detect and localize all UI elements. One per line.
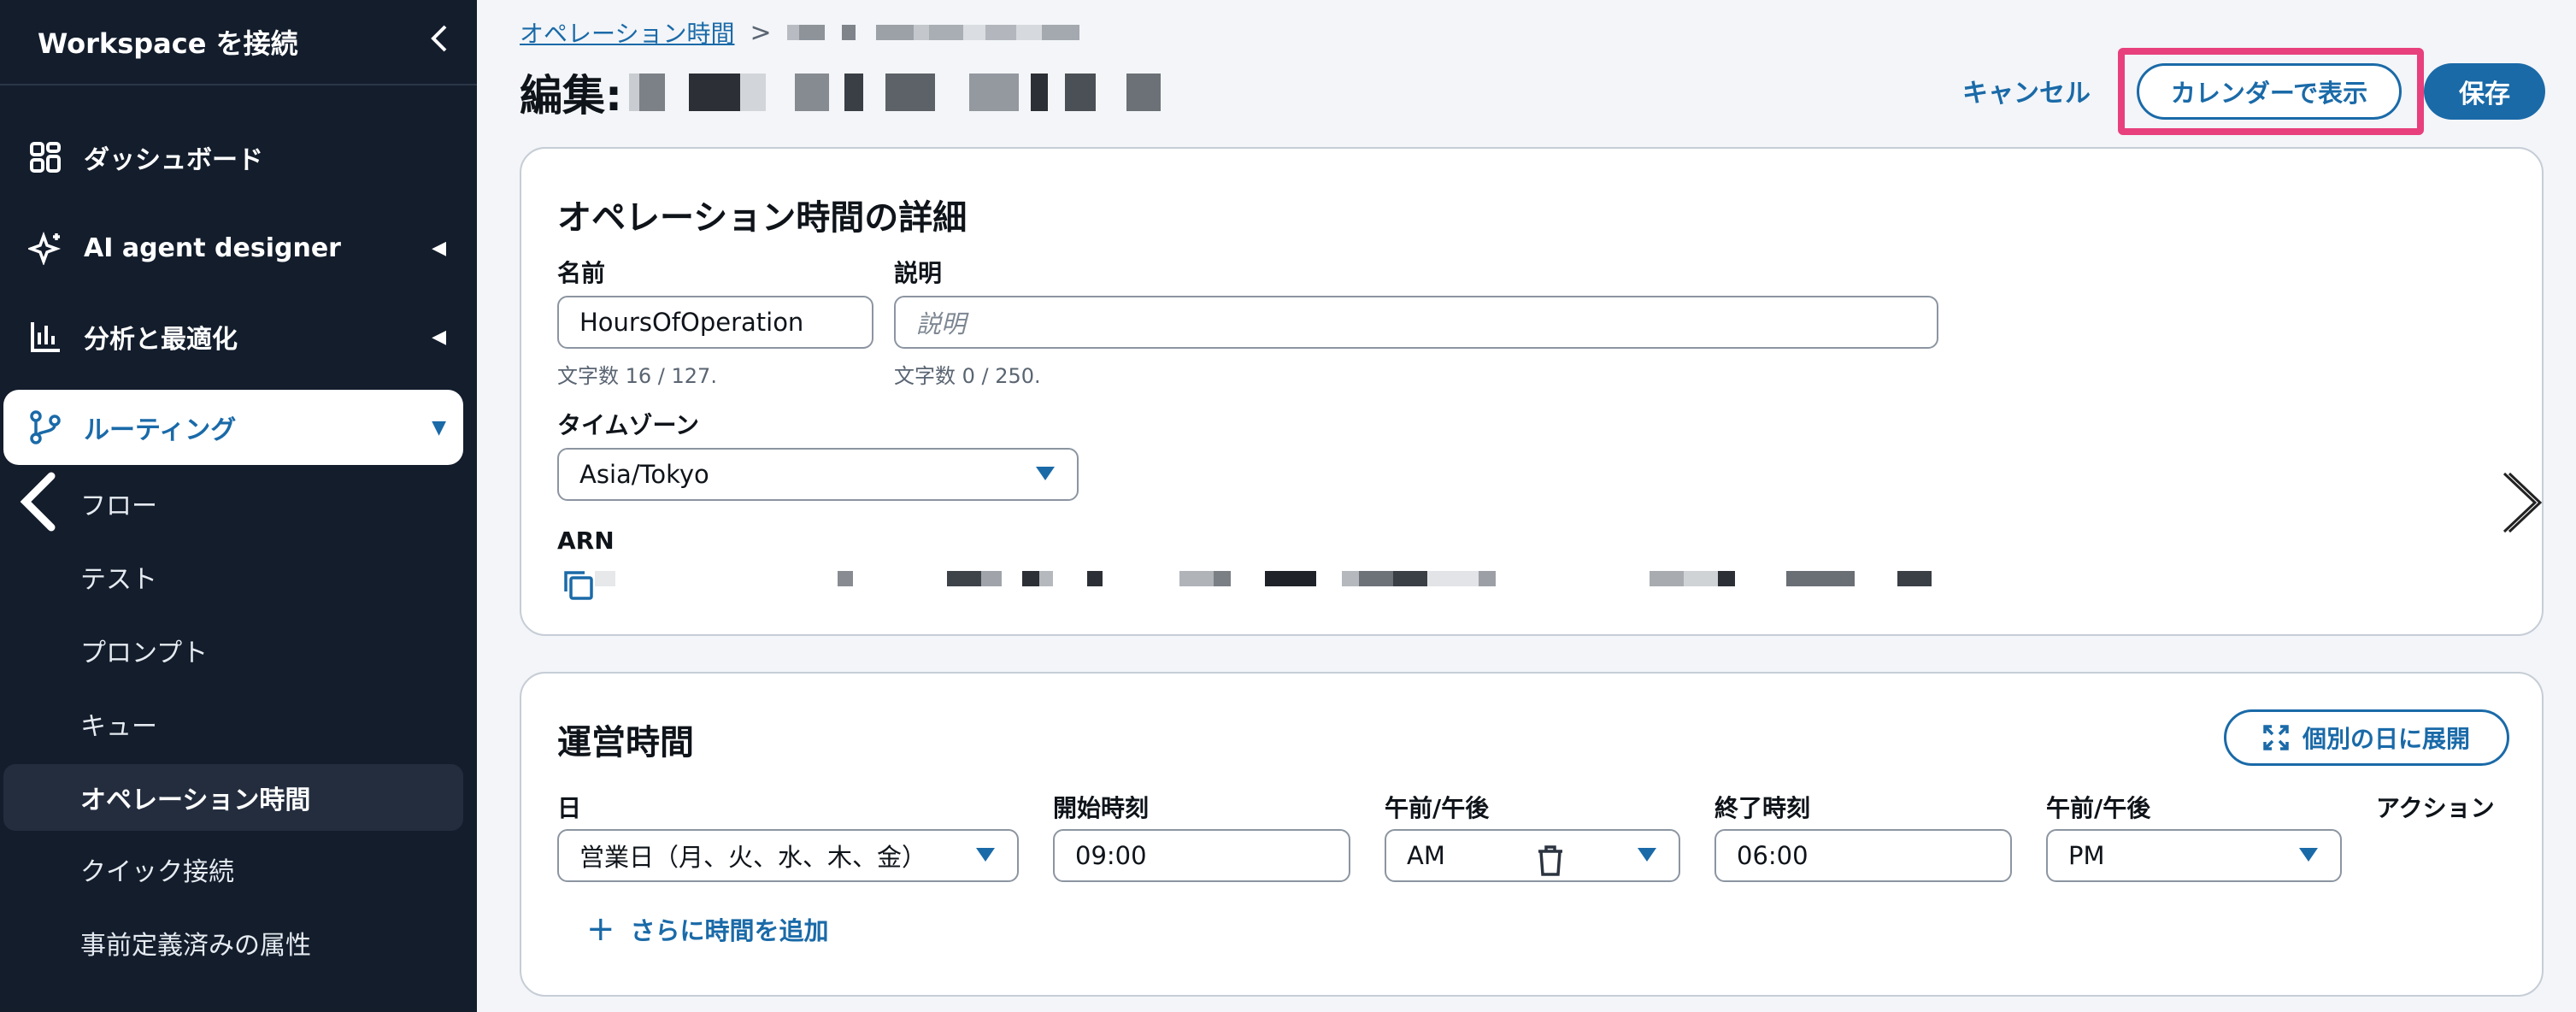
end-time-column-label: 終了時刻 (1714, 794, 1811, 822)
end-time-input[interactable]: 06:00 (1714, 829, 2012, 882)
sidebar-subitem-queues[interactable]: キュー (3, 691, 463, 757)
start-ampm-value: AM (1407, 841, 1445, 870)
end-ampm-column-label: 午前/午後 (2046, 794, 2151, 822)
sparkle-icon (26, 228, 65, 268)
sidebar-item-analytics[interactable]: 分析と最適化 ◀ (3, 299, 463, 374)
expand-label: 個別の日に展開 (2302, 725, 2470, 753)
sidebar-divider (0, 84, 477, 85)
timezone-value: Asia/Tokyo (579, 460, 709, 489)
dashboard-grid-icon (26, 138, 65, 177)
bar-chart-icon (26, 317, 65, 356)
chevron-right-icon[interactable] (2497, 468, 2544, 537)
sidebar-item-label: 分析と最適化 (84, 325, 238, 355)
description-char-count: 文字数 0 / 250. (894, 364, 1041, 388)
start-ampm-column-label: 午前/午後 (1385, 794, 1490, 822)
end-ampm-value: PM (2068, 841, 2105, 870)
description-input[interactable]: 説明 (894, 296, 1938, 349)
start-time-input[interactable]: 09:00 (1053, 829, 1350, 882)
sidebar-item-label: ダッシュボード (84, 145, 263, 175)
sidebar: Workspace を接続 ダッシュボード AI agent designer … (0, 0, 477, 1012)
expand-individual-days-button[interactable]: 個別の日に展開 (2224, 709, 2509, 766)
description-label: 説明 (894, 259, 943, 287)
sidebar-subitem-predefined-attributes[interactable]: 事前定義済みの属性 (3, 909, 463, 976)
caret-down-icon: ▼ (432, 416, 446, 438)
day-select[interactable]: 営業日（月、火、水、木、金） (557, 829, 1019, 882)
save-button[interactable]: 保存 (2424, 63, 2545, 120)
breadcrumb-link[interactable]: オペレーション時間 (520, 15, 734, 50)
name-char-count: 文字数 16 / 127. (557, 364, 717, 388)
breadcrumb: オペレーション時間 > (520, 15, 1079, 50)
sidebar-item-label: ルーティング (84, 415, 237, 445)
sidebar-subitem-hours-of-operation[interactable]: オペレーション時間 (3, 764, 463, 831)
routing-branch-icon (26, 408, 65, 447)
action-column-label: アクション (2376, 794, 2495, 822)
redacted-arn (595, 571, 1932, 586)
hours-heading: 運営時間 (557, 723, 694, 762)
caret-left-icon: ◀ (432, 326, 446, 348)
redacted-breadcrumb (786, 25, 1079, 40)
caret-down-icon (976, 848, 995, 862)
chevron-right-icon: > (750, 17, 772, 48)
page-title-row: 編集: (520, 62, 1161, 123)
sidebar-subitem-quick-connects[interactable]: クイック接続 (3, 836, 463, 903)
details-card: オペレーション時間の詳細 名前 HoursOfOperation 文字数 16 … (520, 147, 2544, 636)
redacted-title (629, 74, 1161, 111)
trash-icon[interactable] (1535, 844, 1566, 877)
caret-down-icon (1638, 848, 1656, 862)
name-label: 名前 (557, 259, 606, 287)
timezone-label: タイムゾーン (557, 411, 700, 439)
sidebar-subitem-prompts[interactable]: プロンプト (3, 617, 463, 684)
sidebar-subitem-test[interactable]: テスト (3, 544, 463, 610)
sidebar-item-ai-agent-designer[interactable]: AI agent designer ◀ (3, 210, 463, 285)
end-ampm-select[interactable]: PM (2046, 829, 2342, 882)
day-value: 営業日（月、火、水、木、金） (579, 843, 927, 872)
cancel-button[interactable]: キャンセル (1962, 72, 2091, 109)
caret-down-icon (2299, 848, 2318, 862)
start-ampm-select[interactable]: AM (1385, 829, 1680, 882)
start-time-column-label: 開始時刻 (1053, 794, 1150, 822)
add-more-hours-label: さらに時間を追加 (630, 916, 829, 945)
timezone-select[interactable]: Asia/Tokyo (557, 448, 1079, 501)
sidebar-item-label: AI agent designer (84, 232, 341, 263)
day-column-label: 日 (557, 794, 582, 822)
expand-icon (2263, 725, 2289, 750)
arn-label: ARN (557, 527, 615, 555)
page-title: 編集: (520, 71, 622, 121)
caret-down-icon (1036, 467, 1055, 480)
caret-left-icon: ◀ (432, 237, 446, 259)
sidebar-subitem-flows[interactable]: フロー (3, 470, 463, 537)
add-more-hours-button[interactable]: + さらに時間を追加 (586, 909, 829, 949)
sidebar-item-dashboard[interactable]: ダッシュボード (3, 120, 463, 195)
workspace-title: Workspace を接続 (38, 27, 298, 60)
sidebar-header: Workspace を接続 (38, 12, 456, 72)
name-input[interactable]: HoursOfOperation (557, 296, 873, 349)
sidebar-item-routing[interactable]: ルーティング ▼ (3, 390, 463, 465)
copy-icon[interactable] (561, 568, 595, 602)
annotation-highlight-box (2118, 48, 2424, 135)
chevron-left-icon[interactable] (422, 24, 456, 61)
details-heading: オペレーション時間の詳細 (557, 198, 967, 238)
plus-icon: + (586, 909, 615, 949)
